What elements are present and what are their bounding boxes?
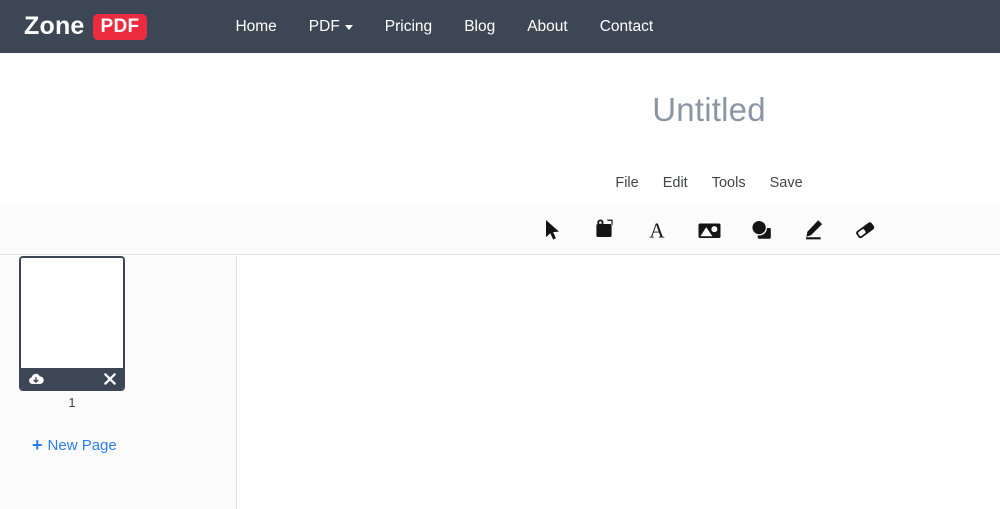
image-icon	[697, 219, 722, 241]
editor-toolbar: A	[0, 205, 1000, 255]
menu-item-tools[interactable]: Tools	[700, 173, 758, 193]
shapes-tool-button[interactable]	[746, 215, 776, 245]
editor-canvas-area	[238, 256, 1000, 509]
cursor-select-tool-button[interactable]	[538, 215, 568, 245]
page-thumbnail-toolbar	[21, 368, 123, 389]
menu-item-save[interactable]: Save	[758, 173, 815, 193]
brand-badge: PDF	[92, 13, 148, 40]
new-page-button[interactable]: + New Page	[32, 436, 117, 454]
cloud-download-icon[interactable]	[28, 372, 44, 386]
nav-link-about-label: About	[527, 17, 568, 35]
text-tool-button[interactable]: A	[642, 215, 672, 245]
editor-toolbar-tools: A	[0, 205, 1000, 254]
nav-link-blog[interactable]: Blog	[448, 12, 511, 42]
eraser-tool-button[interactable]	[850, 215, 880, 245]
plus-icon: +	[32, 435, 43, 455]
pages-sidebar: 1 + New Page	[0, 256, 237, 509]
nav-link-contact-label: Contact	[599, 17, 654, 35]
document-menu-bar: File Edit Tools Save	[0, 173, 1000, 193]
close-icon[interactable]	[104, 372, 116, 385]
cursor-select-icon	[543, 219, 563, 241]
nav-link-blog-label: Blog	[464, 17, 496, 35]
menu-item-edit[interactable]: Edit	[651, 173, 700, 193]
shapes-icon	[750, 218, 773, 241]
page-thumbnail[interactable]	[19, 256, 125, 391]
main-navbar: Zone PDF Home PDF Pricing Blog About Con…	[0, 0, 1000, 53]
svg-text:A: A	[649, 219, 665, 241]
nav-link-pdf[interactable]: PDF	[293, 12, 369, 42]
image-tool-button[interactable]	[694, 215, 724, 245]
page-thumbnail-wrapper: 1	[19, 256, 125, 410]
page-number-label: 1	[68, 396, 76, 410]
document-header: Untitled File Edit Tools Save	[0, 53, 1000, 205]
nav-link-contact[interactable]: Contact	[584, 12, 669, 42]
brand-primary-text: Zone	[24, 12, 85, 40]
text-icon: A	[646, 219, 668, 241]
nav-link-home[interactable]: Home	[219, 12, 292, 42]
editor-canvas-page[interactable]	[238, 256, 1000, 509]
eraser-icon	[853, 218, 877, 242]
sticky-note-tool-button[interactable]	[590, 215, 620, 245]
nav-link-home-label: Home	[235, 17, 277, 35]
sticky-note-icon	[594, 218, 617, 241]
nav-link-pricing[interactable]: Pricing	[369, 12, 448, 42]
pencil-icon	[802, 218, 825, 241]
brand-logo[interactable]: Zone PDF	[24, 12, 148, 40]
pencil-tool-button[interactable]	[798, 215, 828, 245]
nav-link-about[interactable]: About	[511, 12, 584, 42]
nav-links: Home PDF Pricing Blog About Contact	[219, 12, 669, 42]
menu-item-file[interactable]: File	[603, 173, 650, 193]
nav-link-pdf-label: PDF	[308, 17, 340, 35]
new-page-label: New Page	[47, 436, 117, 454]
chevron-down-icon	[344, 25, 353, 30]
nav-link-pricing-label: Pricing	[384, 17, 433, 35]
page-thumbnail-preview	[21, 258, 123, 368]
page-title[interactable]: Untitled	[0, 91, 1000, 129]
